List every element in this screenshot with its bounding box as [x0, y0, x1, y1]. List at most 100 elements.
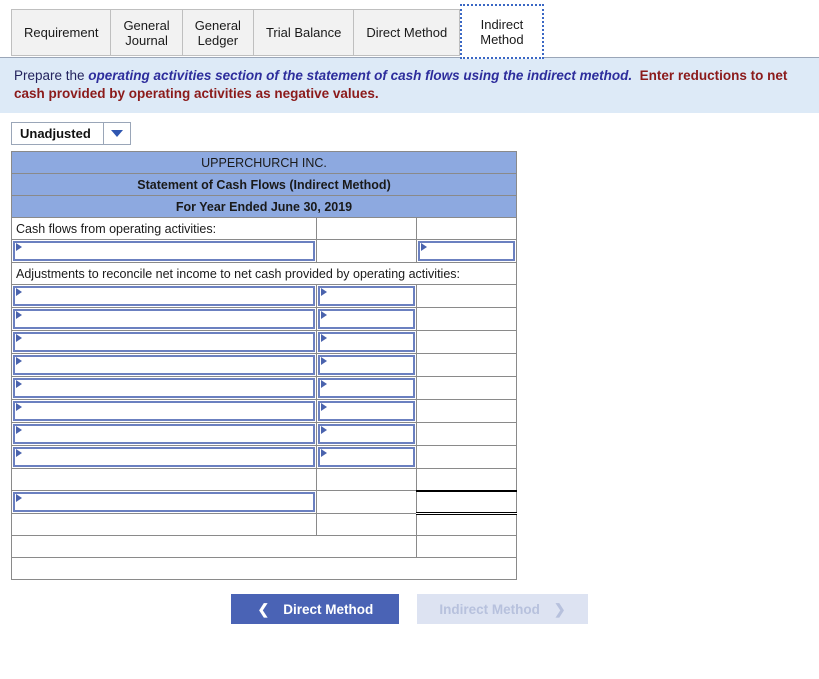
cell-empty — [11, 468, 317, 491]
cell-empty — [316, 239, 417, 263]
cell-input-amount-mid — [316, 376, 417, 400]
table-row-blank-full — [11, 557, 517, 580]
chevron-left-icon: ❮ — [257, 601, 270, 617]
instruction-banner: Prepare the operating activities section… — [0, 58, 819, 113]
cell-empty — [316, 217, 417, 240]
table-row-adjustments-header: Adjustments to reconcile net income to n… — [11, 262, 517, 285]
cell-input-description — [11, 307, 317, 331]
input-amount-mid[interactable] — [318, 286, 415, 306]
next-indirect-method-button: Indirect Method ❯ — [417, 594, 588, 624]
table-row-blank — [11, 513, 517, 536]
section-label-operating: Cash flows from operating activities: — [11, 217, 317, 240]
chevron-right-icon: ❯ — [553, 601, 566, 617]
tab-trial-balance-label: Trial Balance — [265, 25, 342, 40]
cell-empty — [416, 330, 517, 354]
cell-empty — [416, 217, 517, 240]
adjustment-select-value: Unadjusted — [20, 126, 91, 141]
table-row-total — [11, 489, 517, 515]
tab-indirect-method-line2: Method — [480, 31, 524, 47]
input-amount-mid[interactable] — [318, 309, 415, 329]
cell-empty — [11, 513, 317, 536]
navigation-bar: ❮ Direct Method Indirect Method ❯ — [0, 594, 819, 624]
cell-empty — [416, 468, 517, 491]
table-row — [11, 284, 517, 308]
cell-input-description — [11, 376, 317, 400]
input-description[interactable] — [13, 241, 315, 261]
tab-requirement-label: Requirement — [24, 25, 99, 40]
cell-input-amount-mid — [316, 284, 417, 308]
input-amount-mid[interactable] — [318, 401, 415, 421]
input-description[interactable] — [13, 332, 315, 352]
prev-button-label: Direct Method — [283, 601, 374, 617]
input-amount-mid[interactable] — [318, 332, 415, 352]
input-description[interactable] — [13, 447, 315, 467]
table-row-title: Statement of Cash Flows (Indirect Method… — [11, 173, 517, 196]
input-description[interactable] — [13, 309, 315, 329]
section-label-adjustments: Adjustments to reconcile net income to n… — [11, 262, 517, 285]
adjustment-select[interactable]: Unadjusted — [11, 122, 131, 145]
tab-general-ledger-line2: Ledger — [197, 32, 239, 48]
cell-empty — [416, 513, 517, 536]
cell-input-description — [11, 353, 317, 377]
table-row — [11, 445, 517, 469]
table-row-blank-merged — [11, 535, 517, 558]
cell-input-description — [11, 422, 317, 446]
tab-general-journal[interactable]: General Journal — [110, 9, 182, 56]
table-row — [11, 422, 517, 446]
tab-general-journal-line2: Journal — [125, 32, 168, 48]
input-total-description[interactable] — [13, 492, 315, 512]
tab-indirect-method-line1: Indirect — [480, 16, 524, 32]
chevron-down-icon — [110, 130, 123, 137]
cell-input-description — [11, 445, 317, 469]
input-amount-mid[interactable] — [318, 355, 415, 375]
cell-input-total-description — [11, 490, 317, 514]
cell-input-description — [11, 330, 317, 354]
cell-empty-full — [11, 557, 517, 580]
cell-empty — [416, 284, 517, 308]
table-row-company: UPPERCHURCH INC. — [11, 151, 517, 174]
input-amount-mid[interactable] — [318, 424, 415, 444]
tab-general-journal-line1: General — [123, 17, 170, 33]
cell-input-amount-right — [416, 239, 517, 263]
input-description[interactable] — [13, 401, 315, 421]
table-row-net-income — [11, 239, 517, 263]
cell-input-amount-mid — [316, 330, 417, 354]
cell-empty — [416, 376, 517, 400]
tab-trial-balance[interactable]: Trial Balance — [252, 9, 354, 56]
next-button-label: Indirect Method — [439, 601, 540, 617]
table-row — [11, 353, 517, 377]
statement-period: For Year Ended June 30, 2019 — [11, 195, 517, 218]
tab-list: Requirement General Journal General Ledg… — [0, 0, 819, 59]
adjustment-select-arrow[interactable] — [102, 123, 130, 144]
table-row-period: For Year Ended June 30, 2019 — [11, 195, 517, 218]
cell-empty — [416, 422, 517, 446]
tab-direct-method-label: Direct Method — [366, 25, 448, 40]
input-description[interactable] — [13, 286, 315, 306]
tab-indirect-method-label: Indirect Method — [480, 17, 523, 47]
table-row — [11, 376, 517, 400]
cell-empty — [316, 513, 417, 536]
cell-total-amount — [416, 489, 517, 515]
instruction-emphasis: operating activities section of the stat… — [88, 68, 633, 83]
cell-input-amount-mid — [316, 422, 417, 446]
cash-flow-statement-table: UPPERCHURCH INC. Statement of Cash Flows… — [11, 151, 517, 580]
cell-input-description — [11, 284, 317, 308]
tab-general-ledger-label: General Ledger — [195, 18, 241, 48]
input-amount-mid[interactable] — [318, 447, 415, 467]
tab-requirement[interactable]: Requirement — [11, 9, 111, 56]
tab-general-ledger[interactable]: General Ledger — [181, 9, 253, 56]
tab-direct-method[interactable]: Direct Method — [353, 9, 461, 56]
instruction-lead: Prepare the — [14, 68, 89, 83]
cell-empty — [416, 353, 517, 377]
input-description[interactable] — [13, 378, 315, 398]
input-description[interactable] — [13, 424, 315, 444]
tab-indirect-method[interactable]: Indirect Method — [460, 4, 544, 59]
prev-direct-method-button[interactable]: ❮ Direct Method — [231, 594, 400, 624]
table-row — [11, 307, 517, 331]
input-description[interactable] — [13, 355, 315, 375]
cell-input-description — [11, 399, 317, 423]
input-amount-mid[interactable] — [318, 378, 415, 398]
input-amount-right[interactable] — [418, 241, 515, 261]
cell-input-description — [11, 239, 317, 263]
table-row-operating-header: Cash flows from operating activities: — [11, 217, 517, 240]
